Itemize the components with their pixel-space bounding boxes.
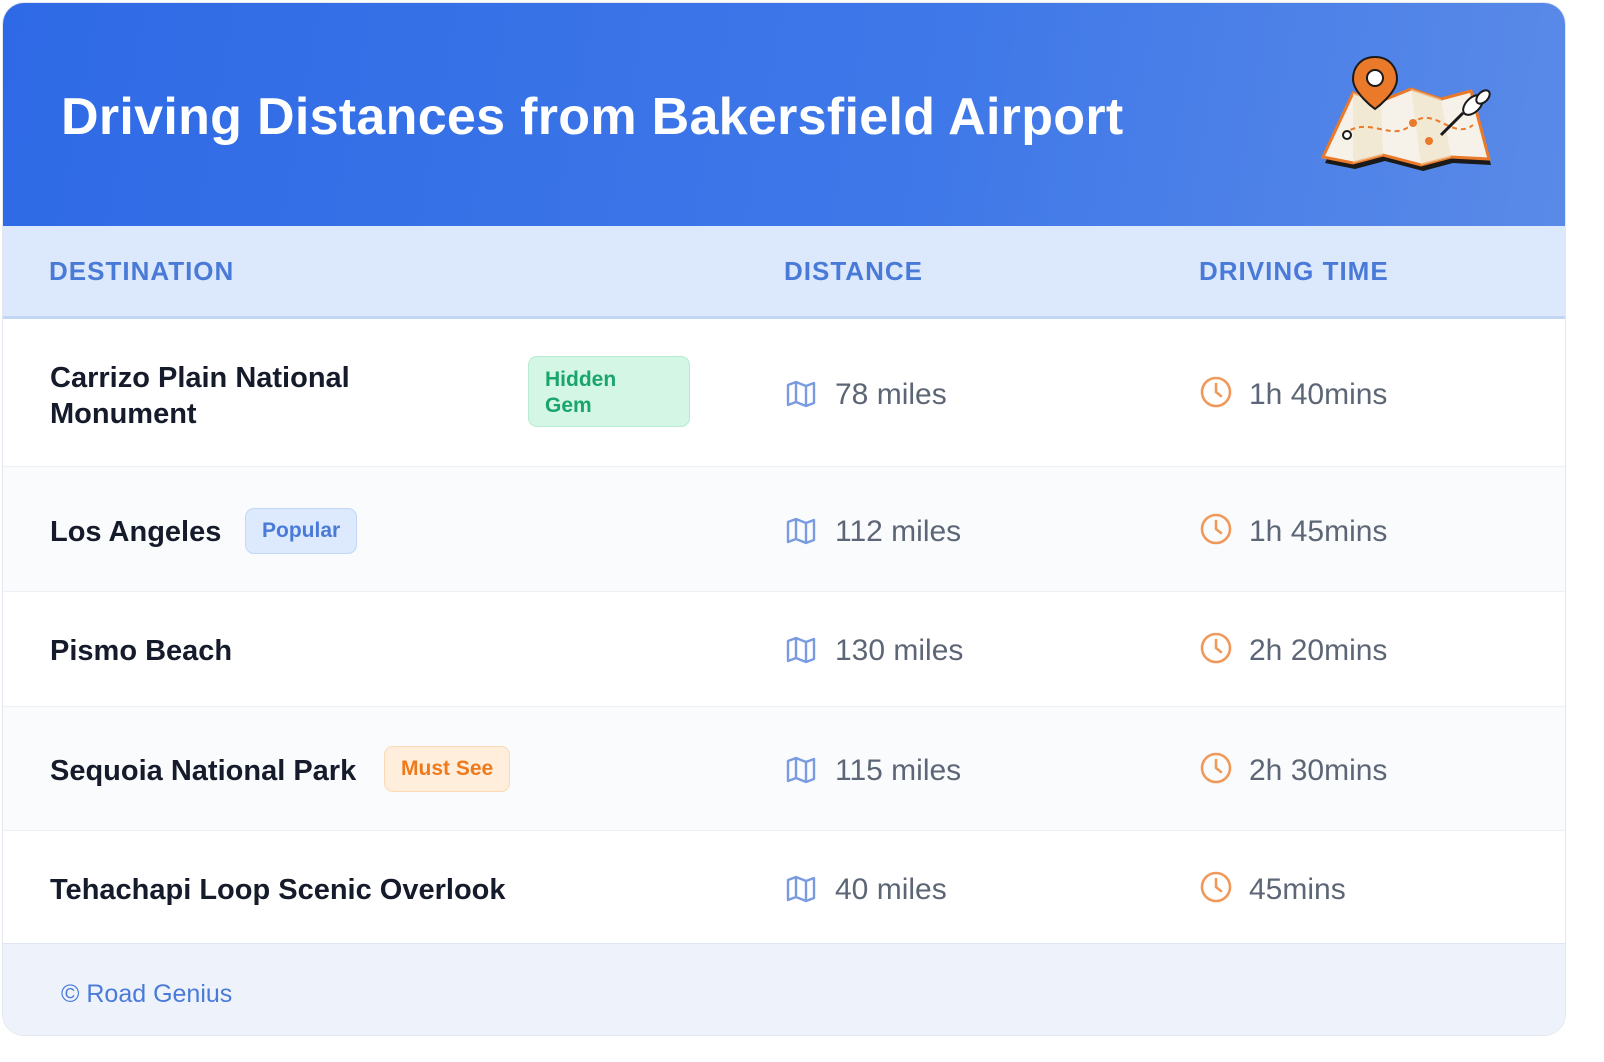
destination-name: Carrizo Plain National Monument (50, 360, 350, 432)
map-icon (786, 517, 816, 545)
distance-value: 78 miles (835, 378, 947, 411)
destination-name: Pismo Beach (50, 635, 233, 667)
page-title: Driving Distances from Bakersfield Airpo… (61, 88, 1124, 146)
destination-name-line: Monument (50, 398, 197, 430)
table-row: Pismo Beach 130 miles 2h 20mins (3, 592, 1565, 707)
map-icon (786, 875, 816, 903)
distance-value: 40 miles (835, 873, 947, 906)
destination-name: Sequoia National Park (50, 755, 357, 787)
badge-label-line: Gem (545, 394, 592, 417)
distance-value: 130 miles (835, 634, 964, 667)
clock-icon (1200, 752, 1232, 784)
time-value: 1h 40mins (1249, 378, 1388, 411)
map-illustration-icon (1320, 55, 1491, 171)
must-see-badge: Must See (384, 746, 511, 792)
clock-icon (1200, 376, 1232, 408)
map-icon (786, 756, 816, 784)
column-header-driving-time: DRIVING TIME (1199, 256, 1389, 286)
time-value: 2h 20mins (1249, 634, 1388, 667)
time-value: 45mins (1249, 873, 1346, 906)
copyright-link[interactable]: © Road Genius (61, 980, 232, 1009)
header-banner: Driving Distances from Bakersfield Airpo… (3, 3, 1565, 226)
column-header-distance: DISTANCE (784, 256, 923, 286)
table-header: DESTINATION DISTANCE DRIVING TIME (3, 226, 1565, 319)
table-row: Carrizo Plain National Monument Hidden G… (3, 318, 1565, 467)
badge-label-line: Hidden (545, 368, 617, 391)
table-row: Tehachapi Loop Scenic Overlook 40 miles … (3, 831, 1565, 943)
popular-badge: Popular (245, 508, 358, 554)
map-icon (786, 636, 816, 664)
destination-name: Tehachapi Loop Scenic Overlook (50, 874, 506, 906)
footer: © Road Genius (3, 943, 1565, 1035)
distance-value: 112 miles (835, 515, 962, 548)
destination-name-line: Carrizo Plain National (50, 362, 350, 394)
map-icon (786, 380, 816, 408)
clock-icon (1200, 632, 1232, 664)
time-value: 2h 30mins (1249, 754, 1388, 787)
clock-icon (1200, 513, 1232, 545)
destination-name: Los Angeles (50, 516, 222, 548)
column-header-destination: DESTINATION (49, 256, 235, 286)
distances-card: Driving Distances from Bakersfield Airpo… (2, 2, 1566, 1036)
hidden-gem-badge: Hidden Gem (528, 356, 690, 427)
table-row: Sequoia National Park Must See 115 miles… (3, 707, 1565, 831)
clock-icon (1200, 871, 1232, 903)
distance-value: 115 miles (835, 754, 962, 787)
time-value: 1h 45mins (1249, 515, 1388, 548)
table-row: Los Angeles Popular 112 miles 1h 45mins (3, 467, 1565, 592)
